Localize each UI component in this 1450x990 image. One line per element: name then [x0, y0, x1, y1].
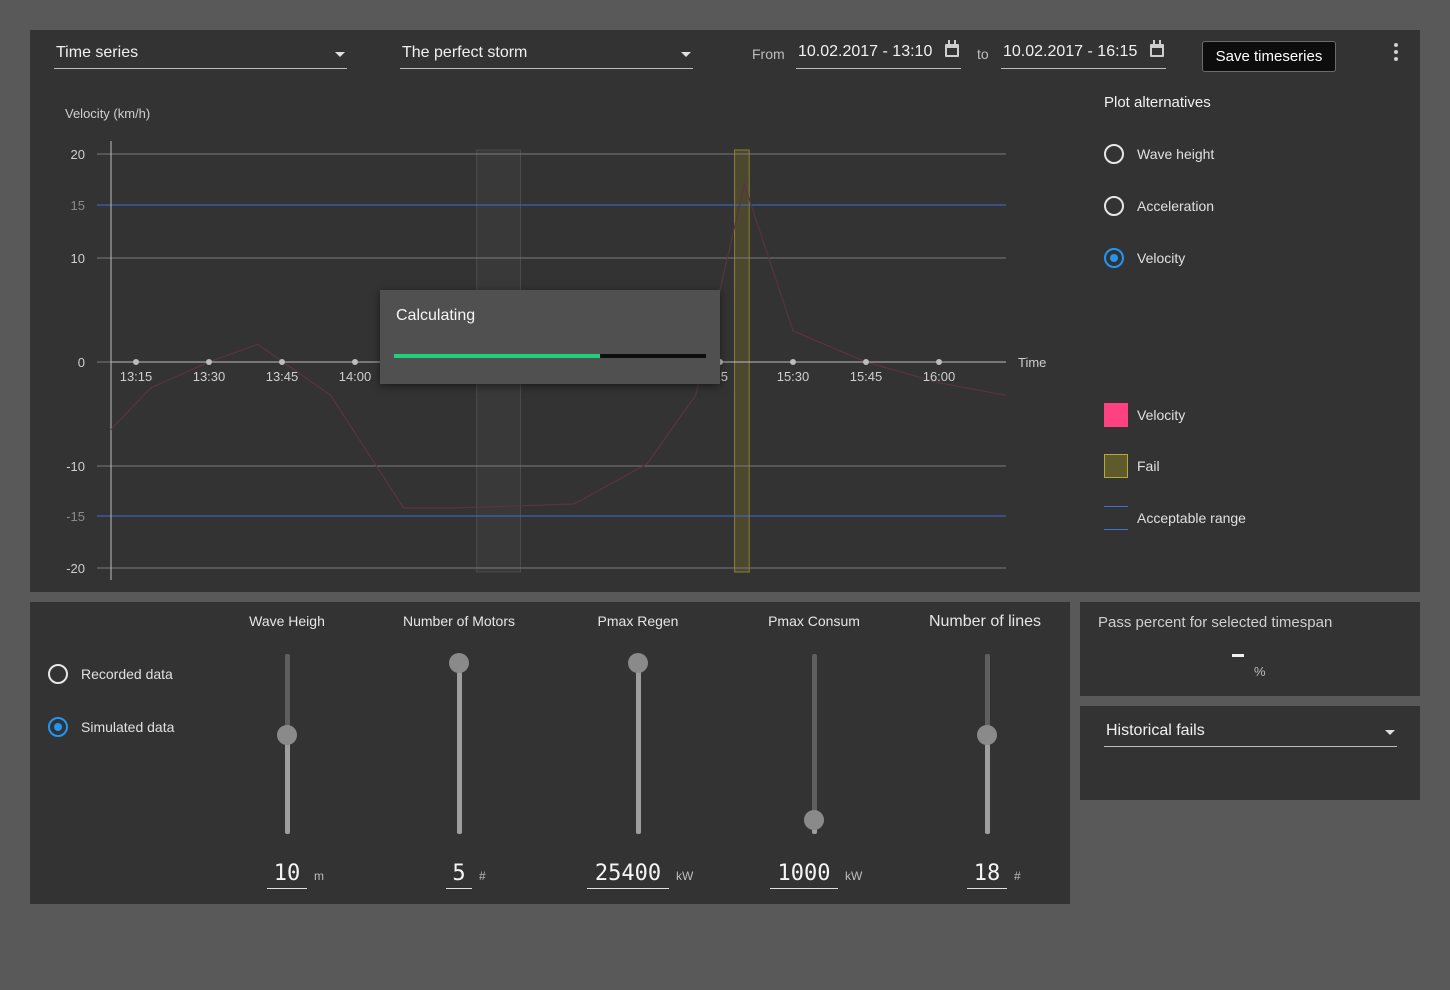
x-tick-dot [352, 359, 358, 365]
progress-bar [394, 354, 706, 358]
slider-thumb[interactable] [277, 725, 297, 745]
slider-title: Wave Heigh [249, 613, 325, 629]
calculating-dialog: Calculating [380, 290, 720, 384]
slider-value-input[interactable]: 10 [267, 859, 307, 889]
historical-fails-panel: Historical fails [1080, 706, 1420, 800]
radio-label: Acceleration [1137, 198, 1215, 214]
legend-fail: Fail [1104, 454, 1160, 478]
x-tick-label: 13:45 [266, 369, 299, 384]
radio-velocity[interactable]: Velocity [1104, 248, 1185, 268]
parameters-panel [30, 602, 1070, 904]
radio-label: Simulated data [81, 719, 175, 735]
slider-unit: # [1014, 869, 1021, 883]
radio-button[interactable] [48, 717, 68, 737]
x-tick-dot [936, 359, 942, 365]
slider-fill [636, 663, 641, 834]
legend-label: Acceptable range [1137, 510, 1246, 526]
radio-label: Wave height [1137, 146, 1215, 162]
slider-track[interactable] [636, 654, 641, 834]
slider-unit: m [314, 869, 324, 883]
legend-acceptable-range: Acceptable range [1104, 506, 1246, 530]
legend-label: Fail [1137, 458, 1160, 474]
x-tick-dot [206, 359, 212, 365]
x-tick-label: 15:45 [850, 369, 883, 384]
plot-alternatives-title: Plot alternatives [1104, 94, 1211, 111]
slider-unit: kW [845, 869, 863, 883]
pass-percent-panel: Pass percent for selected timespan % [1080, 602, 1420, 696]
x-tick-dot [279, 359, 285, 365]
slider-fill [457, 663, 462, 834]
y-tick-label: -15 [66, 509, 85, 524]
radio-button[interactable] [1104, 196, 1124, 216]
slider-track[interactable] [812, 654, 817, 834]
x-tick-label: 16:00 [923, 369, 956, 384]
slider-fill [985, 735, 990, 834]
slider-value-input[interactable]: 18 [967, 859, 1007, 889]
slider-title: Pmax Consum [768, 613, 860, 629]
slider-title: Number of Motors [402, 613, 516, 629]
slider-value-input[interactable]: 25400 [587, 859, 669, 889]
x-axis-label: Time [1018, 355, 1046, 370]
y-axis-label: Velocity (km/h) [65, 106, 150, 121]
y-tick-label: -20 [66, 561, 85, 576]
pass-percent-title: Pass percent for selected timespan [1098, 614, 1333, 631]
pass-percent-unit: % [1254, 664, 1266, 679]
y-tick-label: 0 [78, 355, 85, 370]
radio-acceleration[interactable]: Acceleration [1104, 196, 1214, 216]
legend-label: Velocity [1137, 407, 1186, 423]
x-tick-label: 13:30 [193, 369, 226, 384]
x-tick-label: 14:00 [339, 369, 372, 384]
legend-velocity: Velocity [1104, 403, 1185, 427]
radio-button[interactable] [1104, 144, 1124, 164]
radio-button[interactable] [1104, 248, 1124, 268]
radio-wave-height[interactable]: Wave height [1104, 144, 1214, 164]
x-tick-dot [133, 359, 139, 365]
slider-title: Number of lines [928, 613, 1042, 630]
y-tick-label: 15 [71, 198, 85, 213]
slider-thumb[interactable] [804, 809, 824, 830]
chevron-down-icon [1385, 730, 1395, 735]
x-tick-dot [863, 359, 869, 365]
dialog-title: Calculating [396, 307, 476, 324]
historical-fails-value: Historical fails [1106, 722, 1205, 739]
y-tick-label: 20 [71, 147, 85, 162]
legend-line [1104, 506, 1128, 530]
y-tick-label: -10 [66, 459, 85, 474]
x-tick-label: 15:30 [777, 369, 810, 384]
slider-fill [285, 735, 290, 834]
radio-button[interactable] [48, 664, 68, 684]
slider-unit: kW [676, 869, 694, 883]
fail-span [734, 149, 750, 573]
radio-label: Velocity [1137, 250, 1186, 266]
radio-simulated-data[interactable]: Simulated data [48, 717, 174, 737]
slider-unit: # [479, 869, 486, 883]
radio-recorded-data[interactable]: Recorded data [48, 664, 173, 684]
progress-fill [394, 354, 600, 358]
slider-value-input[interactable]: 5 [446, 859, 472, 889]
slider-track[interactable] [457, 654, 462, 834]
legend-swatch [1104, 403, 1128, 427]
slider-thumb[interactable] [449, 653, 469, 673]
historical-fails-select[interactable]: Historical fails [1104, 722, 1397, 747]
radio-label: Recorded data [81, 666, 173, 682]
legend-swatch [1104, 454, 1128, 478]
slider-thumb[interactable] [977, 725, 997, 745]
slider-title: Pmax Regen [597, 613, 679, 629]
pass-percent-value [1232, 654, 1244, 657]
y-tick-label: 10 [71, 251, 85, 266]
slider-thumb[interactable] [628, 653, 648, 673]
x-tick-label: 13:15 [120, 369, 153, 384]
slider-value-input[interactable]: 1000 [770, 859, 838, 889]
x-tick-dot [790, 359, 796, 365]
